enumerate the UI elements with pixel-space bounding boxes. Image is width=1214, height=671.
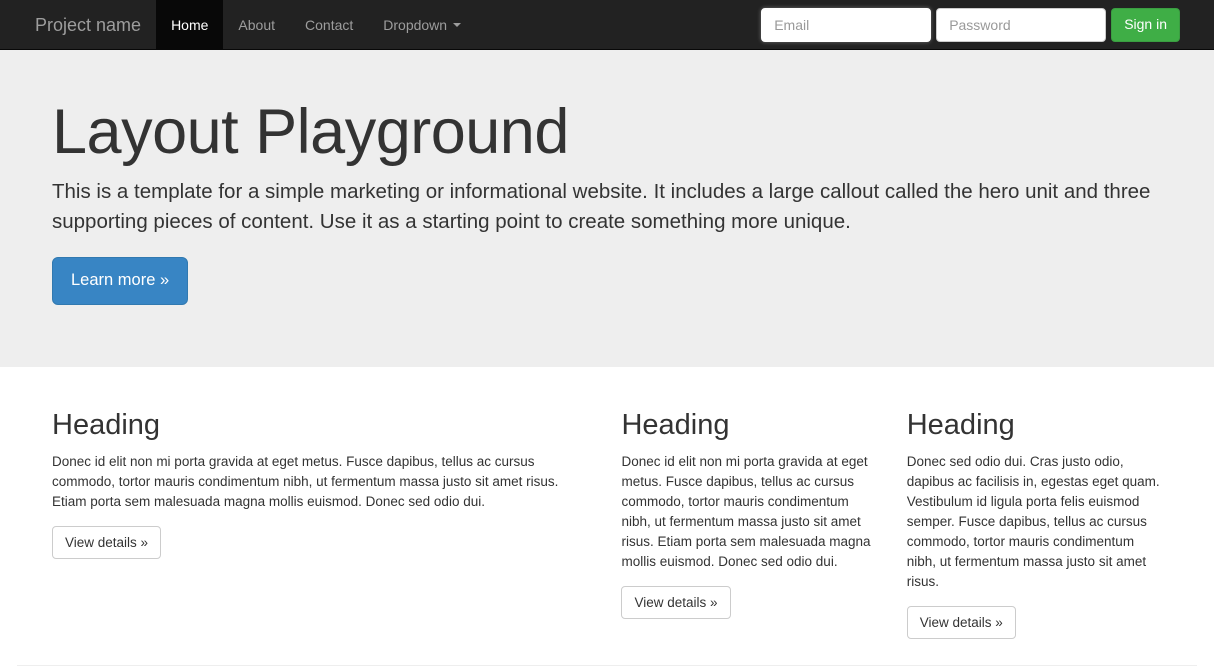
sign-in-button[interactable]: Sign in [1111,8,1180,42]
hero-description: This is a template for a simple marketin… [52,180,1151,234]
content-column-3: Heading Donec sed odio dui. Cras justo o… [892,409,1177,640]
nav-item-about[interactable]: About [223,0,290,50]
hero-unit: Layout Playground This is a template for… [0,50,1214,367]
column-3-heading: Heading [906,409,1015,441]
column-1-view-details-button[interactable]: View details » [52,525,162,560]
content-column-2: Heading Donec id elit non mi porta gravi… [606,409,891,620]
column-3-body: Donec sed odio dui. Cras justo odio, dap… [906,453,1160,589]
footer-divider [17,665,1197,666]
content-section: Heading Donec id elit non mi porta gravi… [0,367,1214,640]
nav-item-home[interactable]: Home [156,0,224,50]
column-1-heading: Heading [52,409,161,441]
column-2-view-details-button[interactable]: View details » [621,585,731,620]
footer [0,665,1214,666]
learn-more-button[interactable]: Learn more » [52,257,189,306]
nav-link-about[interactable]: About [223,0,290,50]
navbar-nav: Home About Contact Dropdown [156,0,476,50]
nav-item-dropdown[interactable]: Dropdown [368,0,476,50]
content-column-1: Heading Donec id elit non mi porta gravi… [37,409,606,560]
nav-link-dropdown-label: Dropdown [383,17,448,33]
page-title: Layout Playground [52,97,569,167]
nav-link-contact[interactable]: Contact [290,0,368,50]
column-2-heading: Heading [621,409,730,441]
signin-form: Sign in [761,0,1180,50]
column-2-body: Donec id elit non mi porta gravida at eg… [621,453,871,569]
navbar: Project name Home About Contact Dropdown… [0,0,1214,50]
nav-item-contact[interactable]: Contact [290,0,368,50]
caret-down-icon [453,23,462,27]
email-input[interactable] [761,8,932,42]
content-row: Heading Donec id elit non mi porta gravi… [17,409,1197,640]
hero-container: Layout Playground This is a template for… [17,97,1197,306]
column-1-body: Donec id elit non mi porta gravida at eg… [52,453,559,509]
nav-link-home[interactable]: Home [156,0,224,50]
navbar-brand[interactable]: Project name [0,0,156,50]
nav-link-dropdown[interactable]: Dropdown [368,0,476,50]
navbar-inner: Project name Home About Contact Dropdown… [0,0,1214,50]
password-input[interactable] [936,8,1107,42]
column-3-view-details-button[interactable]: View details » [906,605,1016,640]
